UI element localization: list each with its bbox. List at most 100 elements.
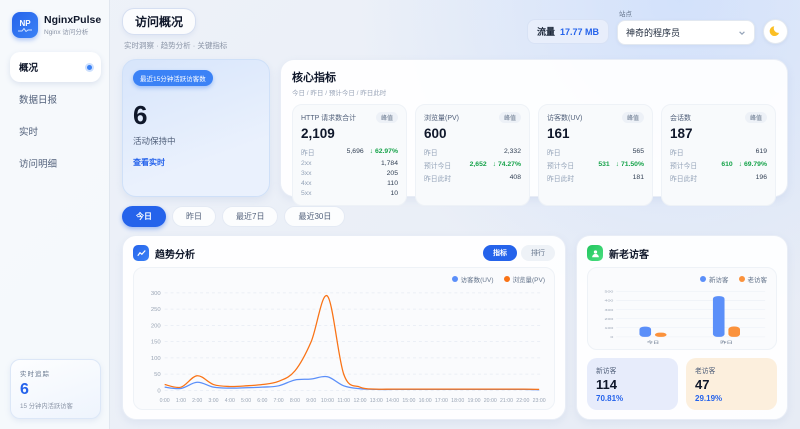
tab-今日[interactable]: 今日 <box>122 206 166 227</box>
legend-label: 访客数(UV) <box>461 274 494 284</box>
visitors-bar-chart: 0100200300400500今日昨日 <box>595 287 769 346</box>
metric-row: 预计今日2,652↓ 74.27% <box>424 158 521 171</box>
sidebar-item-label: 访问明细 <box>19 156 57 170</box>
svg-text:3:00: 3:00 <box>208 398 218 404</box>
svg-text:0: 0 <box>610 335 614 339</box>
svg-text:13:00: 13:00 <box>370 398 383 404</box>
svg-text:400: 400 <box>605 299 615 303</box>
summary-row: 最近15分钟活跃访客数 6 活动保持中 查看实时 核心指标 今日 / 昨日 / … <box>122 59 788 197</box>
visitors-card-title: 新老访客 <box>609 246 649 261</box>
active-visitors-card: 最近15分钟活跃访客数 6 活动保持中 查看实时 <box>122 59 270 197</box>
metric-row-label: 昨日此时 <box>547 173 574 183</box>
metric-row: 4xx110 <box>301 178 398 188</box>
metric-row-value: 531 <box>598 161 609 168</box>
tab-最近7日[interactable]: 最近7日 <box>222 206 278 227</box>
legend-item: 访客数(UV) <box>452 274 494 284</box>
sidebar: NP NginxPulse Nginx 访问分析 概况数据日报实时访问明细 实时… <box>0 0 110 429</box>
tab-最近30日[interactable]: 最近30日 <box>284 206 345 227</box>
metric-value: 600 <box>424 126 521 141</box>
metric-block: 会话数峰值187昨日619预计今日610↓ 69.79%昨日此时196 <box>661 104 776 206</box>
trend-chart-panel: 访客数(UV)浏览量(PV) 0501001502002503000:001:0… <box>133 267 555 410</box>
svg-text:16:00: 16:00 <box>419 398 432 404</box>
chevron-down-icon <box>738 29 746 37</box>
metric-row-label: 预计今日 <box>547 160 574 170</box>
metric-row-value: 408 <box>510 174 521 181</box>
active-visitors-value: 6 <box>133 100 259 131</box>
metric-tag: 峰值 <box>499 112 521 123</box>
theme-toggle-button[interactable] <box>763 19 788 44</box>
trend-switch-指标[interactable]: 指标 <box>483 245 517 261</box>
view-realtime-link[interactable]: 查看实时 <box>133 157 259 168</box>
svg-text:14:00: 14:00 <box>386 398 399 404</box>
legend-label: 浏览量(PV) <box>513 274 546 284</box>
metric-row-delta: ↓ 62.97% <box>370 148 398 155</box>
site-select[interactable]: 神奇的程序员 <box>617 20 755 45</box>
metric-row-label: 昨日 <box>424 147 438 157</box>
metric-block: 访客数(UV)峰值161昨日565预计今日531↓ 71.50%昨日此时181 <box>538 104 653 206</box>
visitors-icon <box>587 245 603 261</box>
visitor-stats: 新访客11470.81%老访客4729.19% <box>587 358 777 410</box>
trend-switch-排行[interactable]: 排行 <box>521 245 555 261</box>
stat-label: 老访客 <box>695 365 768 375</box>
trend-analysis-card: 趋势分析 指标排行 访客数(UV)浏览量(PV) 050100150200250… <box>122 235 566 420</box>
metric-tag: 峰值 <box>745 112 767 123</box>
sidebar-item-数据日报[interactable]: 数据日报 <box>10 84 101 114</box>
metric-tag: 峰值 <box>622 112 644 123</box>
metric-row-value: 1,784 <box>381 160 398 167</box>
metric-row-delta: ↓ 74.27% <box>493 161 521 168</box>
svg-text:9:00: 9:00 <box>306 398 316 404</box>
legend-item: 浏览量(PV) <box>504 274 546 284</box>
metric-row: 昨日此时196 <box>670 171 767 184</box>
active-visitors-status: 活动保持中 <box>133 135 259 147</box>
metric-tag: 峰值 <box>376 112 398 123</box>
svg-text:300: 300 <box>151 291 162 297</box>
metric-row-value: 205 <box>387 170 398 177</box>
metric-row-value: 10 <box>390 190 398 197</box>
metric-title: 浏览量(PV) <box>424 113 459 123</box>
trend-chart-icon <box>133 245 149 261</box>
svg-text:4:00: 4:00 <box>225 398 235 404</box>
metric-row-value: 5,696 <box>347 148 364 155</box>
metric-row-value: 610 <box>721 161 732 168</box>
svg-text:1:00: 1:00 <box>176 398 186 404</box>
pulse-line-icon <box>18 28 32 32</box>
svg-text:8:00: 8:00 <box>290 398 300 404</box>
metric-row-value: 181 <box>633 174 644 181</box>
site-select-group: 站点 神奇的程序员 <box>617 8 755 45</box>
metric-header: 浏览量(PV) 峰值 <box>424 112 521 123</box>
online-card-desc: 15 分钟内活跃访客 <box>20 401 91 410</box>
svg-text:0: 0 <box>157 388 161 394</box>
sidebar-item-label: 概况 <box>19 60 38 74</box>
visitors-chart-panel: 新访客老访客 0100200300400500今日昨日 <box>587 267 777 350</box>
metric-row: 昨日此时 181 <box>547 171 644 184</box>
stat-value: 47 <box>695 377 768 392</box>
metric-title: HTTP 请求数合计 <box>301 113 356 123</box>
svg-text:10:00: 10:00 <box>321 398 334 404</box>
site-label: 站点 <box>617 8 755 18</box>
core-metrics-card: 核心指标 今日 / 昨日 / 预计今日 / 昨日此时 HTTP 请求数合计峰值2… <box>280 59 788 197</box>
sidebar-item-实时[interactable]: 实时 <box>10 116 101 146</box>
svg-text:21:00: 21:00 <box>500 398 513 404</box>
metric-row-label: 昨日 <box>547 147 561 157</box>
app-subtitle: Nginx 访问分析 <box>44 26 101 36</box>
metric-title: 会话数 <box>670 113 691 123</box>
metric-title: 访客数(UV) <box>547 113 582 123</box>
tab-昨日[interactable]: 昨日 <box>172 206 216 227</box>
metric-row: 2xx1,784 <box>301 158 398 168</box>
svg-text:2:00: 2:00 <box>192 398 202 404</box>
metric-header: 会话数 峰值 <box>670 112 767 123</box>
app-title: NginxPulse <box>44 14 101 27</box>
sidebar-item-访问明细[interactable]: 访问明细 <box>10 148 101 178</box>
metric-row: 昨日此时408 <box>424 171 521 184</box>
site-select-value: 神奇的程序员 <box>626 26 680 39</box>
sidebar-item-概况[interactable]: 概况 <box>10 52 101 82</box>
visitors-legend: 新访客老访客 <box>595 273 769 287</box>
stat-label: 新访客 <box>596 365 669 375</box>
svg-text:5:00: 5:00 <box>241 398 251 404</box>
svg-text:250: 250 <box>151 307 162 313</box>
np-logo-icon: NP <box>12 12 38 38</box>
svg-text:0:00: 0:00 <box>160 398 170 404</box>
metric-row: 昨日5,696↓ 62.97% <box>301 145 398 158</box>
svg-text:6:00: 6:00 <box>257 398 267 404</box>
svg-text:20:00: 20:00 <box>484 398 497 404</box>
